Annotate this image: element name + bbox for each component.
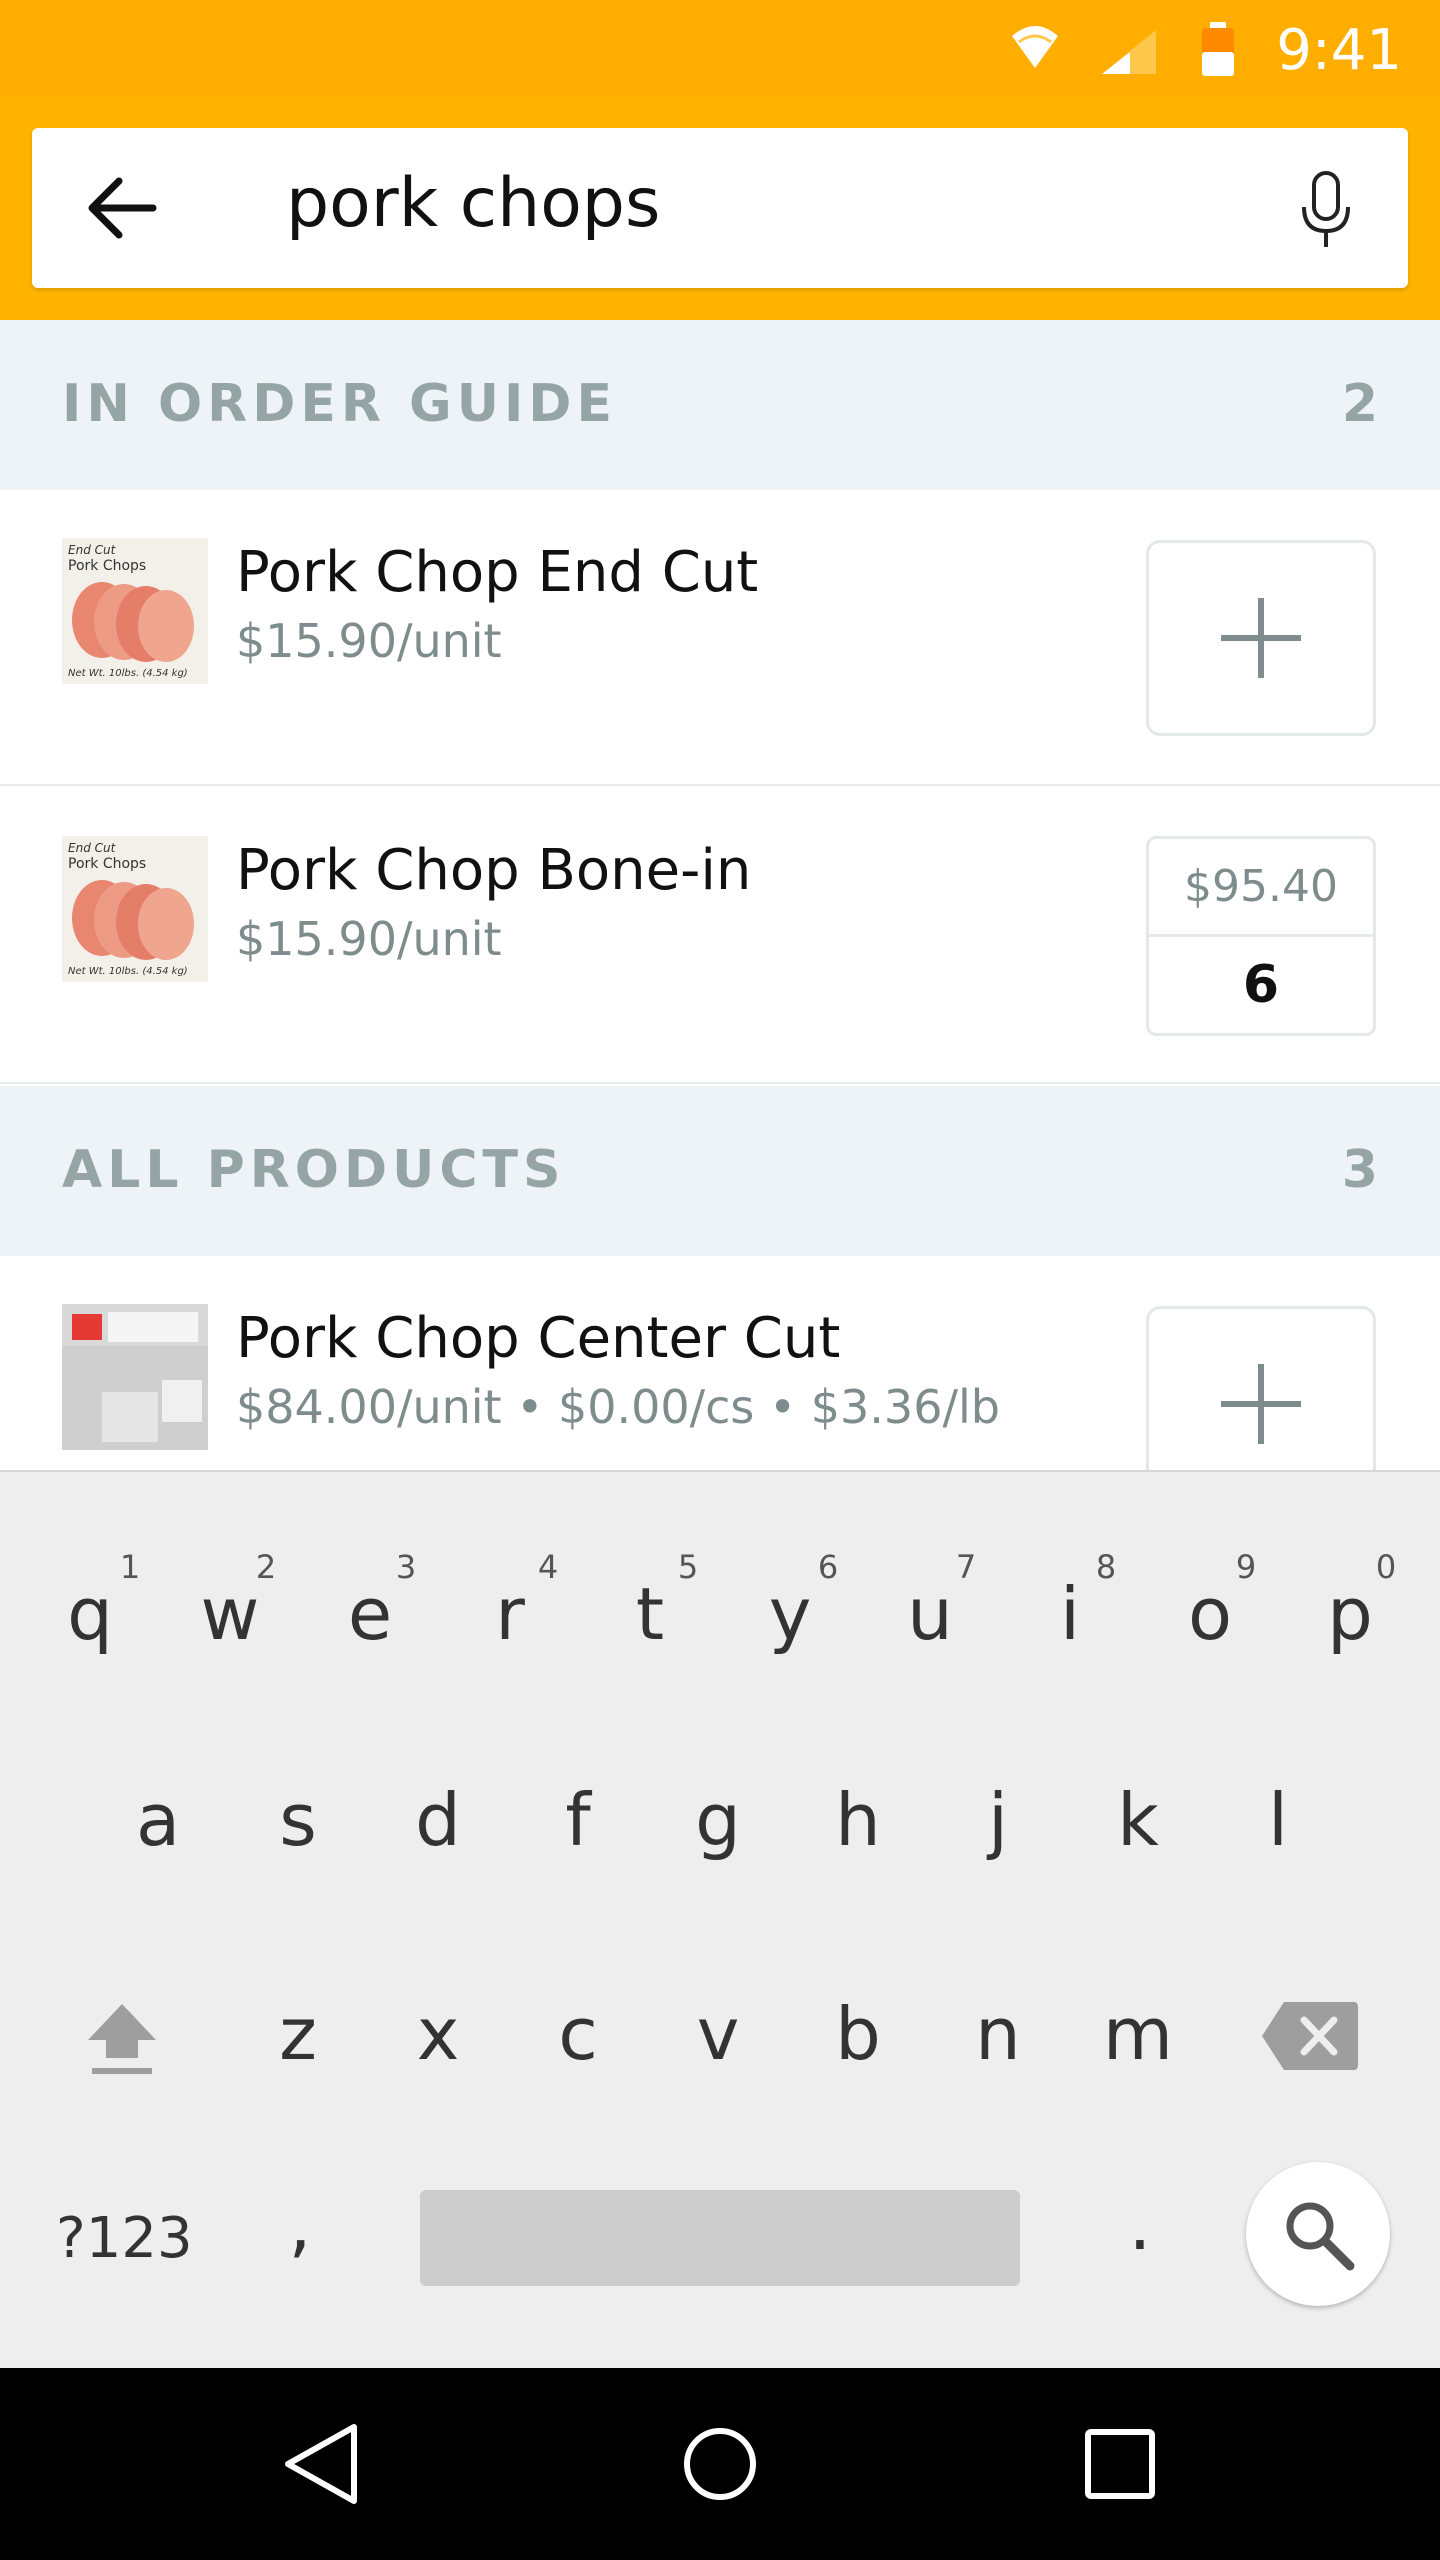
key-l[interactable]: l — [1218, 1778, 1338, 1862]
section-title: IN ORDER GUIDE — [62, 374, 617, 434]
backspace-key[interactable] — [1260, 1998, 1360, 2074]
thumb-label-top: End Cut — [68, 841, 117, 855]
key-c[interactable]: c — [518, 1992, 638, 2076]
circle-home-icon — [684, 2428, 756, 2500]
key-hint: 4 — [537, 1548, 559, 1586]
thumb-label-mid: Pork Chops — [68, 856, 146, 872]
section-title: ALL PRODUCTS — [62, 1140, 566, 1200]
shift-arrow-icon — [88, 2004, 156, 2074]
status-time: 9:41 — [1276, 18, 1402, 83]
key-hint: 2 — [255, 1548, 277, 1586]
search-input[interactable]: pork chops — [286, 164, 660, 243]
search-box[interactable]: pork chops — [32, 128, 1408, 288]
list-item[interactable]: End Cut Pork Chops Net Wt. 10lbs. (4.54 … — [0, 788, 1440, 1084]
plus-icon — [1221, 1364, 1301, 1444]
backspace-icon — [1262, 2002, 1358, 2070]
key-h[interactable]: h — [798, 1778, 918, 1862]
nav-back-button[interactable] — [270, 2414, 370, 2514]
voice-search-button[interactable] — [1284, 168, 1368, 252]
product-name: Pork Chop End Cut — [236, 540, 759, 605]
cell-signal-icon — [1100, 28, 1160, 81]
key-comma[interactable]: , — [240, 2182, 360, 2266]
key-m[interactable]: m — [1078, 1992, 1198, 2076]
key-hint: 8 — [1095, 1548, 1117, 1586]
microphone-icon — [1302, 171, 1350, 247]
key-f[interactable]: f — [518, 1778, 638, 1862]
plus-icon — [1221, 598, 1301, 678]
key-k[interactable]: k — [1078, 1778, 1198, 1862]
key-n[interactable]: n — [938, 1992, 1058, 2076]
search-header: pork chops — [0, 96, 1440, 320]
list-item[interactable]: End Cut Pork Chops Net Wt. 10lbs. (4.54 … — [0, 490, 1440, 786]
back-button[interactable] — [72, 168, 172, 248]
space-key[interactable] — [420, 2190, 1020, 2286]
key-b[interactable]: b — [798, 1992, 918, 2076]
nav-home-button[interactable] — [670, 2414, 770, 2514]
section-count: 3 — [1341, 1140, 1378, 1200]
key-period[interactable]: . — [1080, 2182, 1200, 2266]
product-price: $15.90/unit — [236, 614, 502, 668]
key-hint: 6 — [817, 1548, 839, 1586]
wifi-icon — [1010, 22, 1060, 77]
order-guide-header: IN ORDER GUIDE 2 — [0, 320, 1440, 490]
key-z[interactable]: z — [238, 1992, 358, 2076]
navigation-bar — [0, 2368, 1440, 2560]
all-products-header: ALL PRODUCTS 3 — [0, 1086, 1440, 1256]
key-d[interactable]: d — [378, 1778, 498, 1862]
key-hint: 1 — [119, 1548, 141, 1586]
section-count: 2 — [1341, 374, 1378, 434]
key-j[interactable]: j — [938, 1778, 1058, 1862]
key-hint: 0 — [1375, 1548, 1397, 1586]
add-button[interactable] — [1146, 540, 1376, 736]
symbols-key[interactable]: ?123 — [56, 2206, 193, 2271]
thumb-label-bottom: Net Wt. 10lbs. (4.54 kg) — [68, 966, 188, 977]
key-g[interactable]: g — [658, 1778, 778, 1862]
product-name: Pork Chop Bone-in — [236, 838, 752, 903]
key-hint: 9 — [1235, 1548, 1257, 1586]
shift-key[interactable] — [82, 1998, 162, 2078]
quantity-stepper[interactable]: $95.40 6 — [1146, 836, 1376, 1036]
soft-keyboard: q w e r t y u i o p 1 2 3 4 5 6 7 8 9 0 … — [0, 1470, 1440, 2368]
nav-recents-button[interactable] — [1070, 2414, 1170, 2514]
thumb-label-bottom: Net Wt. 10lbs. (4.54 kg) — [68, 668, 188, 679]
quantity-input[interactable]: 6 — [1149, 937, 1373, 1033]
thumb-label-top: End Cut — [68, 543, 117, 557]
arrow-left-icon — [88, 177, 157, 239]
product-image: End Cut Pork Chops Net Wt. 10lbs. (4.54 … — [62, 538, 208, 684]
battery-icon — [1200, 22, 1236, 83]
product-price: $84.00/unit • $0.00/cs • $3.36/lb — [236, 1380, 1000, 1434]
product-price: $15.90/unit — [236, 912, 502, 966]
status-bar: 9:41 — [0, 0, 1440, 96]
key-s[interactable]: s — [238, 1778, 358, 1862]
key-x[interactable]: x — [378, 1992, 498, 2076]
key-a[interactable]: a — [98, 1778, 218, 1862]
square-recents-icon — [1085, 2429, 1155, 2499]
key-hint: 3 — [395, 1548, 417, 1586]
line-total: $95.40 — [1149, 839, 1373, 937]
keyboard-search-button[interactable] — [1246, 2162, 1390, 2306]
product-name: Pork Chop Center Cut — [236, 1306, 841, 1371]
search-icon — [1286, 2202, 1355, 2271]
product-image — [62, 1304, 208, 1450]
key-hint: 7 — [955, 1548, 977, 1586]
key-v[interactable]: v — [658, 1992, 778, 2076]
product-image: End Cut Pork Chops Net Wt. 10lbs. (4.54 … — [62, 836, 208, 982]
thumb-label-mid: Pork Chops — [68, 558, 146, 574]
triangle-back-icon — [285, 2424, 357, 2504]
key-hint: 5 — [677, 1548, 699, 1586]
